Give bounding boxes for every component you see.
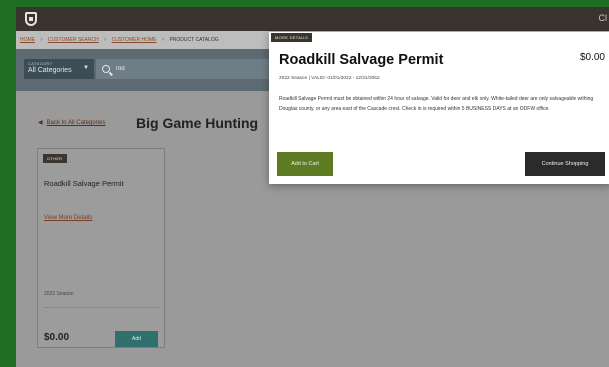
product-type-badge: OTHER xyxy=(43,154,67,163)
breadcrumb-customer-search[interactable]: CUSTOMER SEARCH xyxy=(48,37,99,43)
app-window: Cl HOME > CUSTOMER SEARCH > CUSTOMER HOM… xyxy=(16,7,609,367)
product-card: OTHER Roadkill Salvage Permit View More … xyxy=(37,148,165,348)
agency-logo-icon[interactable] xyxy=(25,12,37,26)
breadcrumb-home[interactable]: HOME xyxy=(20,37,35,43)
product-details-modal: MORE DETAILS Roadkill Salvage Permit $0.… xyxy=(269,32,609,184)
add-button[interactable]: Add xyxy=(115,331,158,347)
category-select-value: All Categories xyxy=(28,67,72,74)
search-icon xyxy=(102,65,110,73)
breadcrumb-product-catalog: PRODUCT CATALOG xyxy=(169,37,219,43)
modal-price: $0.00 xyxy=(579,52,605,63)
product-price: $0.00 xyxy=(44,332,70,343)
breadcrumb-customer-home[interactable]: CUSTOMER HOME xyxy=(112,37,157,43)
category-select-label: CATEGORY xyxy=(28,61,53,66)
page-title: Big Game Hunting xyxy=(136,115,259,131)
chevron-down-icon: ▼ xyxy=(83,65,89,71)
breadcrumb-separator: > xyxy=(161,37,165,43)
top-bar: Cl xyxy=(16,7,609,31)
back-to-categories-link[interactable]: ◀ Back to All Categories xyxy=(38,119,105,126)
view-more-details-link[interactable]: View More Details xyxy=(44,215,92,221)
category-select[interactable]: CATEGORY All Categories ▼ xyxy=(24,59,94,79)
back-link-label: Back to All Categories xyxy=(46,120,106,126)
modal-season-validity: 2022 Season | VALID: 01/01/2022 - 12/31/… xyxy=(279,76,380,81)
modal-description: Roadkill Salvage Permit must be obtained… xyxy=(279,96,594,112)
card-divider xyxy=(44,307,160,308)
breadcrumb-separator: > xyxy=(40,37,43,43)
chevron-left-icon: ◀ xyxy=(38,120,43,126)
product-title: Roadkill Salvage Permit xyxy=(44,179,124,188)
add-to-cart-button[interactable]: Add to Cart xyxy=(277,152,333,176)
top-bar-corner-text: Cl xyxy=(598,13,608,23)
continue-shopping-button[interactable]: Continue Shopping xyxy=(525,152,605,176)
more-details-badge: MORE DETAILS xyxy=(271,33,313,42)
product-season: 2022 Season xyxy=(44,291,74,297)
modal-title: Roadkill Salvage Permit xyxy=(279,52,444,68)
breadcrumb-separator: > xyxy=(103,37,107,43)
